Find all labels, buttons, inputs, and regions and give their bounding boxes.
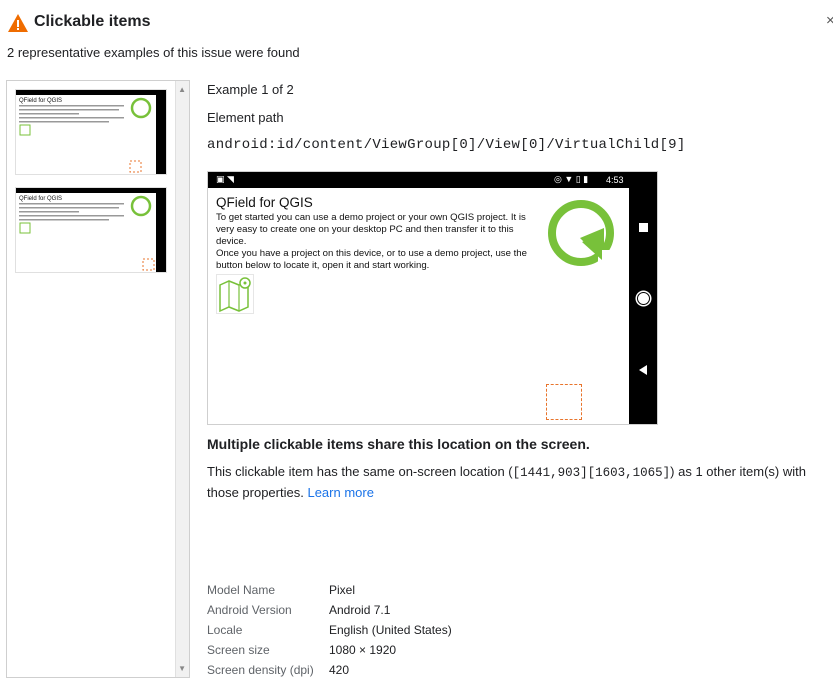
device-screenshot: ▣ ◥ ◎ ▼ ▯ ▮ 4:53 QField for QGIS To get … xyxy=(207,171,658,425)
prop-key: Locale xyxy=(207,623,243,637)
example-thumbnail-1[interactable]: QField for QGIS xyxy=(15,89,167,175)
issue-heading: Multiple clickable items share this loca… xyxy=(207,436,590,452)
desc-prefix: This clickable item has the same on-scre… xyxy=(207,464,513,479)
map-pin-icon xyxy=(219,277,251,313)
element-path-label: Element path xyxy=(207,110,284,125)
circle-nav-icon[interactable] xyxy=(637,292,650,305)
svg-text:QField for QGIS: QField for QGIS xyxy=(19,98,62,104)
highlighted-element-box xyxy=(546,384,582,420)
prop-key: Screen density (dpi) xyxy=(207,663,314,677)
app-description: To get started you can use a demo projec… xyxy=(216,212,546,272)
open-project-button[interactable] xyxy=(216,274,254,314)
qgis-logo-icon xyxy=(548,200,614,266)
prop-key: Android Version xyxy=(207,603,292,617)
prop-key: Model Name xyxy=(207,583,276,597)
device-properties: Model Name Pixel Android Version Android 7… xyxy=(207,580,452,680)
prop-row: Android Version Android 7.1 xyxy=(207,600,452,620)
close-icon[interactable]: × xyxy=(826,12,833,29)
thumbnail-scrollbar[interactable]: ▲ ▼ xyxy=(175,81,189,677)
prop-key: Screen size xyxy=(207,643,270,657)
prop-value: 420 xyxy=(329,663,350,677)
prop-row: Locale English (United States) xyxy=(207,620,452,640)
app-text-2: Once you have a project on this device, … xyxy=(216,248,527,271)
example-counter: Example 1 of 2 xyxy=(207,82,294,97)
status-time: 4:53 xyxy=(606,175,624,185)
navigation-bar xyxy=(629,172,657,424)
app-text-1: To get started you can use a demo projec… xyxy=(216,212,526,247)
status-bar: ▣ ◥ ◎ ▼ ▯ ▮ 4:53 xyxy=(208,172,629,188)
examples-list[interactable]: QField for QGIS QField for QGIS ▲ ▼ xyxy=(6,80,190,678)
panel-title: Clickable items xyxy=(34,13,151,30)
square-nav-icon[interactable] xyxy=(639,223,648,232)
app-title: QField for QGIS xyxy=(216,195,313,210)
element-path: android:id/content/ViewGroup[0]/View[0]/… xyxy=(207,137,686,153)
prop-value: 1080 × 1920 xyxy=(329,643,397,657)
issue-description: This clickable item has the same on-scre… xyxy=(207,462,827,503)
scroll-down-icon[interactable]: ▼ xyxy=(178,664,186,673)
svg-text:QField for QGIS: QField for QGIS xyxy=(19,196,62,202)
example-thumbnail-2[interactable]: QField for QGIS xyxy=(15,187,167,273)
prop-value: English (United States) xyxy=(329,623,452,637)
prop-value: Android 7.1 xyxy=(329,603,391,617)
back-nav-icon[interactable] xyxy=(638,364,648,376)
prop-row: Model Name Pixel xyxy=(207,580,452,600)
prop-row: Screen density (dpi) 420 xyxy=(207,660,452,680)
bounds-value: [1441,903][1603,1065] xyxy=(512,466,671,480)
warning-icon xyxy=(8,14,28,32)
issue-summary: 2 representative examples of this issue … xyxy=(7,45,300,60)
prop-value: Pixel xyxy=(329,583,356,597)
learn-more-link[interactable]: Learn more xyxy=(307,485,373,500)
prop-row: Screen size 1080 × 1920 xyxy=(207,640,452,660)
scroll-up-icon[interactable]: ▲ xyxy=(178,85,186,94)
